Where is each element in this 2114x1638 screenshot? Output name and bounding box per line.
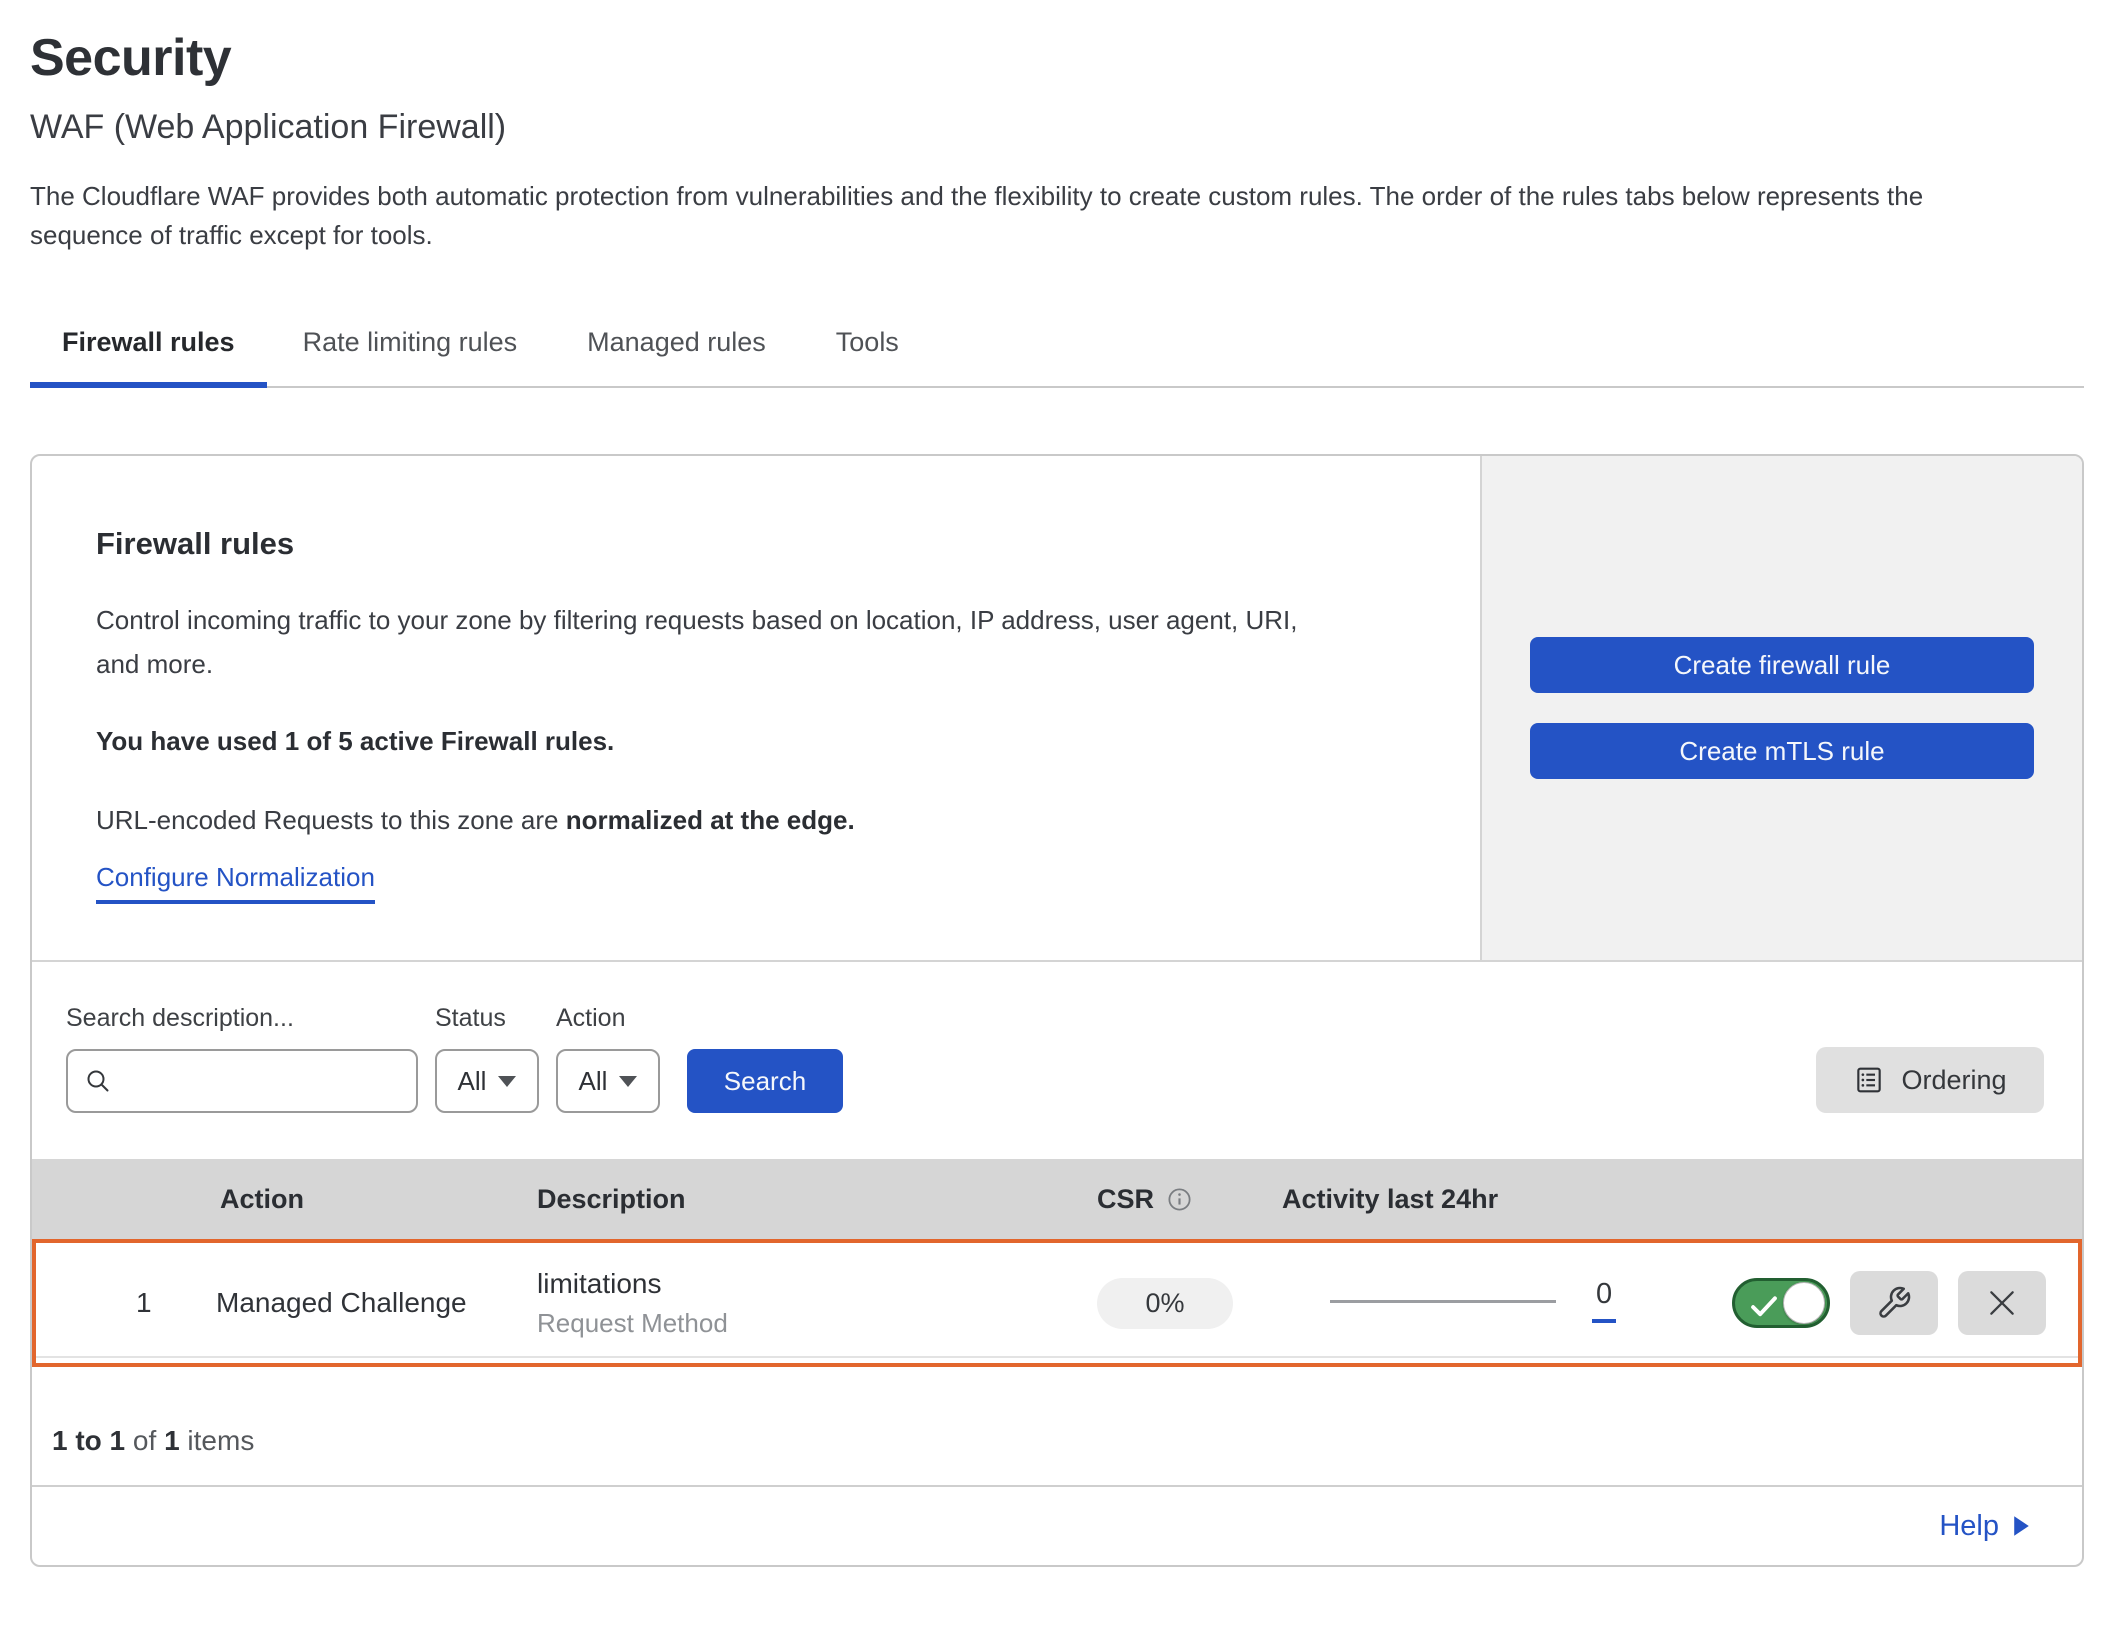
firewall-rules-hero: Firewall rules Control incoming traffic … bbox=[32, 456, 2082, 962]
activity-count-link[interactable]: 0 bbox=[1592, 1278, 1616, 1323]
chevron-down-icon bbox=[619, 1076, 637, 1087]
firewall-rules-card: Firewall rules Control incoming traffic … bbox=[30, 454, 2084, 1567]
action-group: Action All bbox=[556, 1004, 660, 1113]
ordering-list-icon bbox=[1853, 1064, 1885, 1096]
normalization-prefix: URL-encoded Requests to this zone are bbox=[96, 805, 566, 835]
chevron-right-icon bbox=[2013, 1515, 2030, 1537]
status-group: Status All bbox=[435, 1004, 539, 1113]
card-footer: Help bbox=[32, 1485, 2082, 1565]
search-input[interactable] bbox=[122, 1054, 444, 1108]
header-csr-label: CSR bbox=[1097, 1184, 1154, 1215]
header-description: Description bbox=[537, 1184, 1097, 1215]
create-firewall-rule-button[interactable]: Create firewall rule bbox=[1530, 637, 2034, 693]
rule-activity: 0 bbox=[1282, 1278, 1702, 1329]
rule-description: limitations Request Method bbox=[537, 1268, 1097, 1339]
edit-rule-button[interactable] bbox=[1850, 1271, 1938, 1335]
rules-usage-text: You have used 1 of 5 active Firewall rul… bbox=[96, 726, 1390, 757]
table-header: Action Description CSR Activity last 24h… bbox=[32, 1159, 2082, 1239]
help-link[interactable]: Help bbox=[1939, 1510, 2030, 1543]
summary-range: 1 to 1 bbox=[52, 1425, 125, 1456]
status-select[interactable]: All bbox=[435, 1049, 539, 1113]
rules-tab-bar: Firewall rules Rate limiting rules Manag… bbox=[30, 313, 2084, 388]
action-select-value: All bbox=[579, 1066, 608, 1097]
page-description: The Cloudflare WAF provides both automat… bbox=[30, 177, 2010, 255]
header-activity: Activity last 24hr bbox=[1282, 1184, 1702, 1215]
action-select[interactable]: All bbox=[556, 1049, 660, 1113]
rule-controls bbox=[1702, 1271, 2078, 1335]
tab-tools[interactable]: Tools bbox=[836, 313, 899, 386]
ordering-button[interactable]: Ordering bbox=[1816, 1047, 2044, 1113]
summary-items: items bbox=[187, 1425, 254, 1456]
info-icon[interactable] bbox=[1166, 1186, 1193, 1213]
tab-rate-limiting-rules[interactable]: Rate limiting rules bbox=[303, 313, 518, 386]
search-label: Search description... bbox=[66, 1004, 418, 1033]
table-summary: 1 to 1 of 1 items bbox=[32, 1367, 2082, 1485]
security-waf-page: Security WAF (Web Application Firewall) … bbox=[0, 0, 2114, 1567]
help-link-label: Help bbox=[1939, 1510, 1999, 1543]
delete-rule-button[interactable] bbox=[1958, 1271, 2046, 1335]
page-title: Security bbox=[30, 28, 2084, 88]
csr-badge: 0% bbox=[1097, 1278, 1233, 1329]
wrench-icon bbox=[1876, 1285, 1912, 1321]
normalization-text: URL-encoded Requests to this zone are no… bbox=[96, 805, 1390, 836]
toggle-knob bbox=[1783, 1282, 1825, 1324]
rule-csr: 0% bbox=[1097, 1278, 1282, 1329]
table-row: 1 Managed Challenge limitations Request … bbox=[32, 1239, 2082, 1367]
action-label: Action bbox=[556, 1004, 660, 1033]
search-button[interactable]: Search bbox=[687, 1049, 843, 1113]
search-box bbox=[66, 1049, 418, 1113]
header-action: Action bbox=[192, 1184, 537, 1215]
close-icon bbox=[1986, 1287, 2018, 1319]
hero-info: Firewall rules Control incoming traffic … bbox=[32, 456, 1480, 960]
create-mtls-rule-button[interactable]: Create mTLS rule bbox=[1530, 723, 2034, 779]
search-icon bbox=[84, 1067, 112, 1095]
rule-action: Managed Challenge bbox=[192, 1287, 537, 1319]
rule-description-name[interactable]: limitations bbox=[537, 1268, 1097, 1300]
activity-sparkline bbox=[1330, 1300, 1556, 1303]
tab-managed-rules[interactable]: Managed rules bbox=[587, 313, 766, 386]
rule-priority: 1 bbox=[36, 1287, 192, 1319]
ordering-button-label: Ordering bbox=[1901, 1065, 2006, 1096]
configure-normalization-link[interactable]: Configure Normalization bbox=[96, 862, 375, 904]
hero-actions-panel: Create firewall rule Create mTLS rule bbox=[1480, 456, 2082, 960]
chevron-down-icon bbox=[498, 1076, 516, 1087]
normalization-bold: normalized at the edge. bbox=[566, 805, 855, 835]
rule-description-field: Request Method bbox=[537, 1308, 1097, 1339]
hero-description: Control incoming traffic to your zone by… bbox=[96, 598, 1336, 686]
hero-heading: Firewall rules bbox=[96, 526, 1390, 562]
filter-bar: Search description... Status All bbox=[32, 962, 2082, 1159]
status-select-value: All bbox=[458, 1066, 487, 1097]
summary-total: 1 bbox=[164, 1425, 180, 1456]
search-group: Search description... bbox=[66, 1004, 418, 1113]
status-label: Status bbox=[435, 1004, 539, 1033]
header-csr: CSR bbox=[1097, 1184, 1282, 1215]
page-subtitle: WAF (Web Application Firewall) bbox=[30, 108, 2084, 147]
summary-of: of bbox=[133, 1425, 156, 1456]
rule-enabled-toggle[interactable] bbox=[1732, 1278, 1830, 1328]
tab-firewall-rules[interactable]: Firewall rules bbox=[30, 313, 267, 386]
check-icon bbox=[1749, 1294, 1779, 1323]
